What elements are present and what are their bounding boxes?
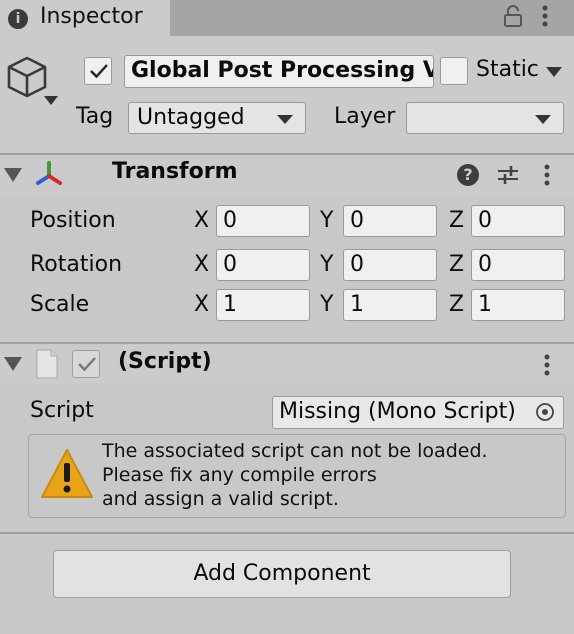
warning-text-line: and assign a valid script. <box>102 488 339 510</box>
scale-z-field[interactable]: 1 <box>471 289 565 321</box>
lock-icon[interactable] <box>503 5 523 27</box>
layer-dropdown[interactable] <box>406 102 564 134</box>
static-checkbox[interactable] <box>440 57 468 85</box>
axis-x-label[interactable]: X <box>194 208 209 233</box>
rotation-label: Rotation <box>30 252 123 277</box>
position-x-field[interactable]: 0 <box>216 205 310 237</box>
tab-title: Inspector <box>40 4 143 29</box>
tag-label: Tag <box>76 104 114 129</box>
add-component-button[interactable]: Add Component <box>53 550 511 598</box>
position-label: Position <box>30 208 116 233</box>
divider <box>0 342 574 344</box>
axis-y-label[interactable]: Y <box>320 208 333 233</box>
object-picker-icon[interactable] <box>535 402 555 422</box>
script-field-label: Script <box>30 398 94 423</box>
kebab-menu-icon[interactable] <box>542 163 552 187</box>
info-icon: i <box>8 9 28 29</box>
position-z-field[interactable]: 0 <box>471 205 565 237</box>
scale-x-field[interactable]: 1 <box>216 289 310 321</box>
axis-y-label[interactable]: Y <box>320 292 333 317</box>
rotation-x-field[interactable]: 0 <box>216 249 310 281</box>
gameobject-name-field[interactable]: Global Post Processing Volume <box>124 55 434 88</box>
divider <box>0 532 574 534</box>
active-checkbox[interactable] <box>84 57 112 85</box>
checkmark-icon <box>90 64 108 79</box>
static-label: Static <box>476 57 539 82</box>
preset-sliders-icon[interactable] <box>496 163 520 187</box>
gameobject-cube-icon[interactable] <box>6 55 48 99</box>
foldout-arrow-icon[interactable] <box>4 357 22 371</box>
checkmark-icon <box>78 357 96 372</box>
script-object-field[interactable]: Missing (Mono Script) <box>272 396 564 429</box>
static-dropdown-icon[interactable] <box>546 67 562 77</box>
axis-x-label[interactable]: X <box>194 252 209 277</box>
kebab-menu-icon[interactable] <box>542 353 552 377</box>
axis-z-label[interactable]: Z <box>449 252 464 277</box>
rotation-z-field[interactable]: 0 <box>471 249 565 281</box>
help-icon[interactable]: ? <box>457 164 479 186</box>
layer-label: Layer <box>334 104 396 129</box>
warning-icon <box>41 449 93 498</box>
rotation-y-field[interactable]: 0 <box>343 249 437 281</box>
chevron-down-icon <box>277 115 293 124</box>
axis-z-label[interactable]: Z <box>449 208 464 233</box>
scale-y-field[interactable]: 1 <box>343 289 437 321</box>
axis-y-label[interactable]: Y <box>320 252 333 277</box>
file-icon <box>36 349 58 379</box>
transform-axes-icon <box>36 161 62 185</box>
scale-label: Scale <box>30 292 90 317</box>
gameobject-header <box>0 36 574 154</box>
kebab-menu-icon[interactable] <box>538 4 552 28</box>
chevron-down-icon[interactable] <box>44 96 58 105</box>
transform-title: Transform <box>112 159 238 184</box>
script-enabled-checkbox[interactable] <box>72 350 100 378</box>
axis-z-label[interactable]: Z <box>449 292 464 317</box>
warning-text-line: Please fix any compile errors <box>102 464 377 486</box>
position-y-field[interactable]: 0 <box>343 205 437 237</box>
chevron-down-icon <box>535 115 551 124</box>
tag-dropdown[interactable]: Untagged <box>128 102 306 134</box>
foldout-arrow-icon[interactable] <box>4 168 22 182</box>
warning-text-line: The associated script can not be loaded. <box>102 440 488 462</box>
script-component-title: (Script) <box>118 349 212 374</box>
tag-value: Untagged <box>137 105 245 130</box>
transform-header[interactable] <box>0 155 574 195</box>
axis-x-label[interactable]: X <box>194 292 209 317</box>
